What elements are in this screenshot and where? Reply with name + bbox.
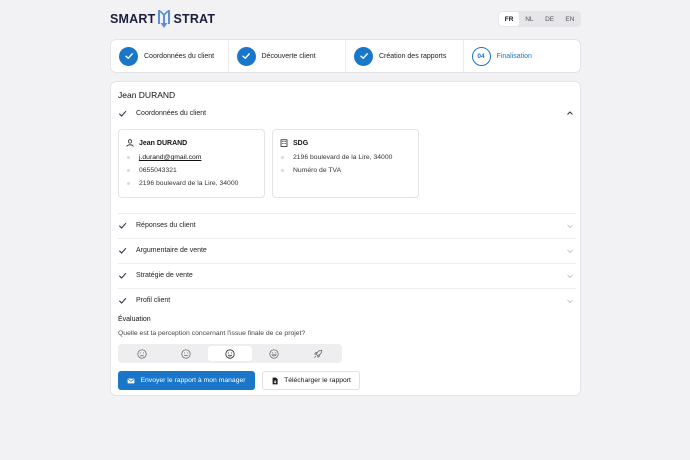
download-report-label: Télécharger le rapport xyxy=(284,377,351,384)
accordion-strategie[interactable]: Stratégie de vente xyxy=(118,263,576,287)
bullet xyxy=(281,156,284,159)
step-done-check-icon xyxy=(119,46,138,66)
contact-email-link[interactable]: j.durand@gmail.com xyxy=(139,154,201,161)
bullet xyxy=(127,169,130,172)
logo-arrow-icon xyxy=(158,10,171,28)
download-report-button[interactable]: Télécharger le rapport xyxy=(262,371,360,390)
bullet xyxy=(127,182,130,185)
contact-name: Jean DURAND xyxy=(139,139,188,147)
step-label: Finalisation xyxy=(496,52,532,60)
contact-address: 2196 boulevard de la Lire, 34000 xyxy=(139,180,239,187)
accordion-title: Profil client xyxy=(136,297,171,304)
accordion-title: Argumentaire de vente xyxy=(136,247,207,254)
accordion-coordonnees[interactable]: Coordonnées du client xyxy=(118,101,576,125)
accordion-title: Réponses du client xyxy=(136,222,196,229)
check-icon xyxy=(118,272,127,279)
rating-option-very-happy[interactable] xyxy=(252,346,296,361)
user-icon xyxy=(126,139,134,147)
accordion-profil[interactable]: Profil client xyxy=(118,288,576,312)
check-icon xyxy=(118,222,127,229)
rating-option-happy[interactable] xyxy=(208,346,252,361)
chevron-down-icon[interactable] xyxy=(566,222,574,230)
accordion-argumentaire[interactable]: Argumentaire de vente xyxy=(118,238,576,262)
accordion-reponses[interactable]: Réponses du client xyxy=(118,213,576,237)
rating-option-very-sad[interactable] xyxy=(120,346,164,361)
evaluation-title: Évaluation xyxy=(118,316,151,323)
mail-icon xyxy=(128,378,135,383)
very-sad-face-icon xyxy=(137,348,147,359)
send-report-label: Envoyer le rapport à mon manager xyxy=(140,377,246,384)
step-done-check-icon xyxy=(354,46,373,66)
send-report-button[interactable]: Envoyer le rapport à mon manager xyxy=(118,371,255,390)
report-card: Jean DURAND Coordonnées du client Jean D… xyxy=(110,81,581,396)
evaluation-rating xyxy=(118,344,342,363)
company-vat: Numéro de TVA xyxy=(293,167,342,174)
lang-fr[interactable]: FR xyxy=(499,12,520,26)
client-name-heading: Jean DURAND xyxy=(118,90,176,100)
company-card: SDG 2196 boulevard de la Lire, 34000 Num… xyxy=(272,129,419,198)
check-icon xyxy=(118,110,127,117)
company-name: SDG xyxy=(293,139,309,147)
rating-option-rocket[interactable] xyxy=(296,346,340,361)
check-icon xyxy=(118,297,127,304)
rocket-icon xyxy=(313,349,323,358)
step-done-check-icon xyxy=(236,46,256,66)
contact-card: Jean DURAND j.durand@gmail.com 065504332… xyxy=(118,129,265,198)
bullet xyxy=(281,169,284,172)
brand-name-left: SMART xyxy=(110,12,156,26)
check-icon xyxy=(118,247,127,254)
happy-face-icon xyxy=(225,348,235,359)
chevron-up-icon[interactable] xyxy=(566,109,574,117)
brand-name-right: STRAT xyxy=(173,12,216,26)
company-address: 2196 boulevard de la Lire, 34000 xyxy=(293,154,393,161)
step-number: 04 xyxy=(471,46,491,66)
chevron-down-icon[interactable] xyxy=(566,297,574,305)
progress-stepper: Coordonnées du client Découverte client … xyxy=(110,39,581,73)
brand-logo[interactable]: SMART STRAT xyxy=(110,8,215,30)
lang-nl[interactable]: NL xyxy=(519,12,539,26)
step-coordonnees[interactable]: Coordonnées du client xyxy=(111,40,228,72)
step-creation-rapports[interactable]: Création des rapports xyxy=(345,40,463,72)
step-label: Découverte client xyxy=(261,52,316,60)
step-label: Coordonnées du client xyxy=(144,52,215,60)
step-finalisation[interactable]: 04 Finalisation xyxy=(462,40,581,72)
contact-phone: 0655043321 xyxy=(139,167,177,174)
accordion-title: Stratégie de vente xyxy=(136,272,193,279)
rating-option-neutral[interactable] xyxy=(164,346,208,361)
building-icon xyxy=(280,139,288,147)
language-switcher: FR NL DE EN xyxy=(498,11,581,27)
top-bar: SMART STRAT FR NL DE EN xyxy=(0,0,690,38)
evaluation-question: Quelle est ta perception concernant l'is… xyxy=(118,330,306,337)
chevron-down-icon[interactable] xyxy=(566,272,574,280)
step-label: Création des rapports xyxy=(379,52,447,60)
bullet xyxy=(127,156,130,159)
chevron-down-icon[interactable] xyxy=(566,247,574,255)
neutral-face-icon xyxy=(181,348,191,359)
download-file-icon xyxy=(272,377,278,384)
very-happy-face-icon xyxy=(269,348,279,359)
lang-de[interactable]: DE xyxy=(540,12,560,26)
lang-en[interactable]: EN xyxy=(560,12,580,26)
step-decouverte[interactable]: Découverte client xyxy=(227,40,346,72)
accordion-title: Coordonnées du client xyxy=(136,109,207,117)
